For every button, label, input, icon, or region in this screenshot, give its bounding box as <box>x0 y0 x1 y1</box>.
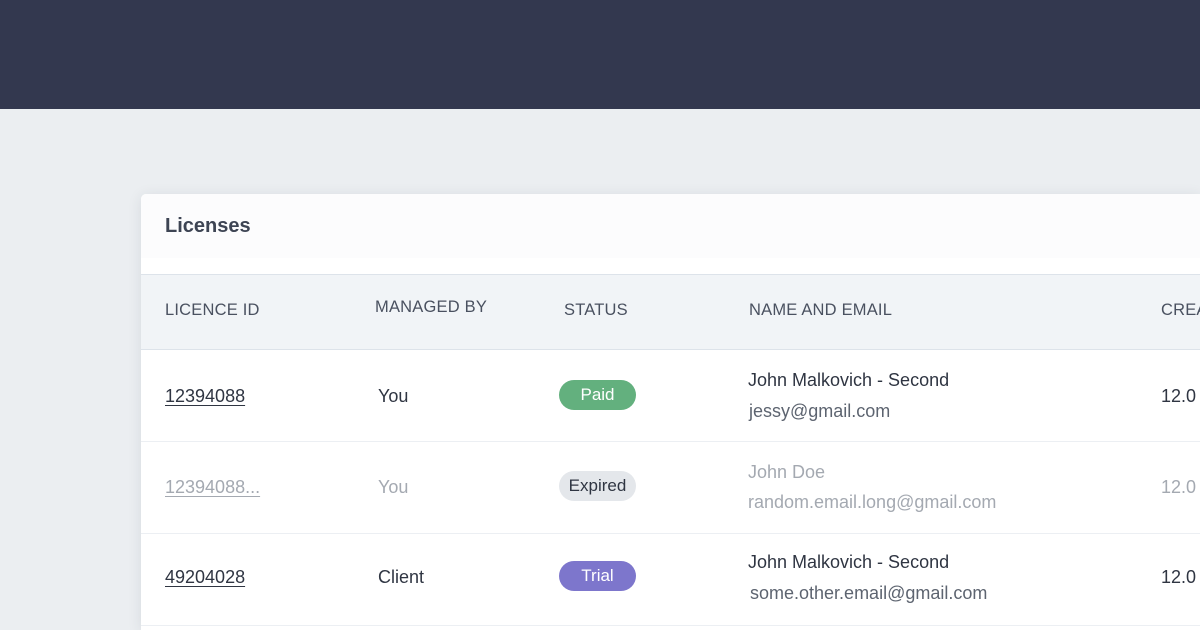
licensee-email: random.email.long@gmail.com <box>748 492 997 512</box>
managed-by-value: Client <box>378 567 425 587</box>
top-navigation-bar <box>0 0 1200 109</box>
licensee-email: some.other.email@gmail.com <box>750 583 988 603</box>
licence-id-link[interactable]: 49204028 <box>165 567 245 588</box>
status-badge-expired: Expired <box>559 471 636 501</box>
licensee-name: John Malkovich - Second <box>748 370 950 390</box>
table-row[interactable]: 12394088 You Paid John Malkovich - Secon… <box>141 350 1200 442</box>
table-row[interactable]: 49204028 Client Trial John Malkovich - S… <box>141 534 1200 626</box>
licensee-email: jessy@gmail.com <box>749 401 891 421</box>
table-row[interactable]: 12394088... You Expired John Doe random.… <box>141 442 1200 534</box>
created-date: 12.0 <box>1161 386 1197 406</box>
managed-by-value: You <box>378 477 409 497</box>
column-header-managed-by[interactable]: MANAGED BY <box>375 298 487 317</box>
licence-id-link[interactable]: 12394088... <box>165 477 260 498</box>
column-header-name-and-email[interactable]: NAME AND EMAIL <box>749 301 892 320</box>
card-header: Licenses <box>141 194 1200 258</box>
licenses-card: Licenses LICENCE ID MANAGED BY STATUS NA… <box>141 194 1200 630</box>
table-header: LICENCE ID MANAGED BY STATUS NAME AND EM… <box>141 274 1200 350</box>
licence-id-link[interactable]: 12394088 <box>165 386 245 407</box>
column-header-status[interactable]: STATUS <box>564 301 628 320</box>
column-header-created[interactable]: CREA <box>1161 301 1200 320</box>
managed-by-value: You <box>378 386 409 406</box>
created-date: 12.0 <box>1161 567 1197 587</box>
status-badge-trial: Trial <box>559 561 636 591</box>
column-header-licence-id[interactable]: LICENCE ID <box>165 301 260 320</box>
created-date: 12.0 <box>1161 477 1197 497</box>
licensee-name: John Malkovich - Second <box>748 552 950 572</box>
licensee-name: John Doe <box>748 462 826 482</box>
card-title: Licenses <box>165 215 251 237</box>
status-badge-paid: Paid <box>559 380 636 410</box>
